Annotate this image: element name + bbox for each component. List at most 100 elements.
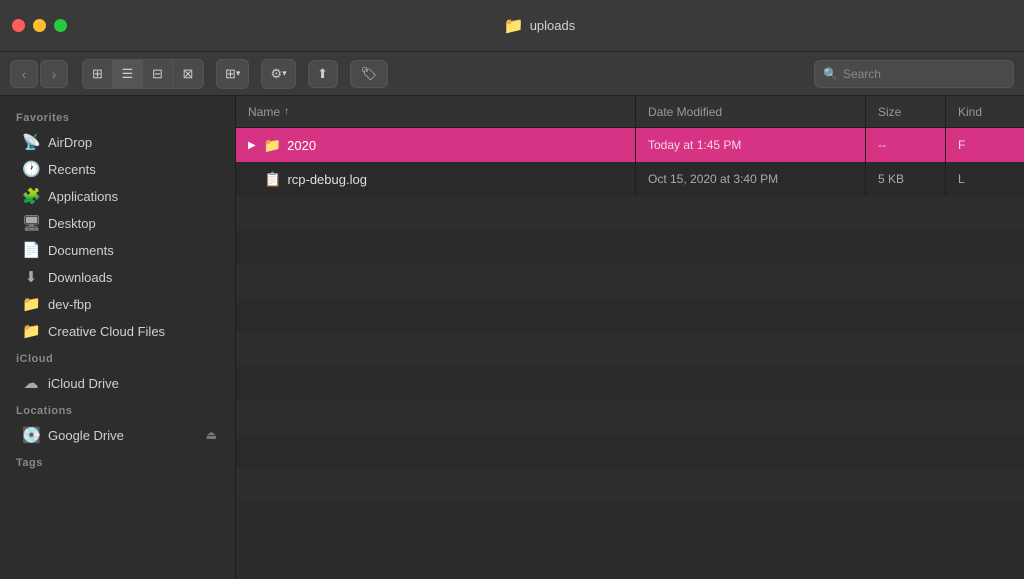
- file-name-label: 2020: [287, 138, 316, 153]
- table-row[interactable]: ▶ 📁 2020 Today at 1:45 PM -- F: [236, 128, 1024, 162]
- col-kind-label: Kind: [958, 105, 982, 119]
- sidebar-section-favorites: Favorites: [0, 104, 235, 128]
- icon-view-icon: ⊞: [92, 66, 103, 82]
- desktop-icon: 🖥: [22, 214, 40, 232]
- gallery-view-button[interactable]: ⊠: [173, 60, 203, 88]
- maximize-button[interactable]: [54, 19, 67, 32]
- sidebar-item-creative-cloud[interactable]: 📁 Creative Cloud Files: [6, 318, 229, 344]
- table-row-empty: [236, 468, 1024, 502]
- sidebar-item-icloud-drive[interactable]: ☁ iCloud Drive: [6, 370, 229, 396]
- col-header-size[interactable]: Size: [866, 96, 946, 127]
- table-row-empty: [236, 196, 1024, 230]
- minimize-button[interactable]: [33, 19, 46, 32]
- action-button-group: ⚙ ▾: [261, 59, 295, 89]
- file-cell-name-2020: ▶ 📁 2020: [236, 128, 636, 162]
- gear-icon: ⚙: [270, 66, 282, 82]
- column-view-button[interactable]: ⊟: [143, 60, 173, 88]
- documents-icon: 📄: [22, 241, 40, 259]
- gallery-view-icon: ⊠: [183, 66, 194, 82]
- sidebar-item-google-drive[interactable]: 💽 Google Drive ⏏: [6, 422, 229, 448]
- col-size-label: Size: [878, 105, 901, 119]
- sidebar-item-dev-fbp-label: dev-fbp: [48, 297, 91, 312]
- sidebar-item-airdrop-label: AirDrop: [48, 135, 92, 150]
- sidebar-item-desktop-label: Desktop: [48, 216, 96, 231]
- group-chevron-icon: ▾: [236, 68, 241, 79]
- table-row-empty: [236, 264, 1024, 298]
- forward-icon: ›: [52, 66, 57, 82]
- file-name-label: rcp-debug.log: [287, 172, 367, 187]
- airdrop-icon: 📡: [22, 133, 40, 151]
- title-bar: 📁 uploads: [0, 0, 1024, 52]
- file-doc-icon: 📋: [264, 171, 281, 188]
- column-headers: Name ↑ Date Modified Size Kind: [236, 96, 1024, 128]
- search-icon: 🔍: [823, 67, 838, 81]
- sidebar-item-downloads[interactable]: ⬇ Downloads: [6, 264, 229, 290]
- window-title: uploads: [530, 18, 576, 33]
- action-button[interactable]: ⚙ ▾: [262, 60, 294, 88]
- share-icon: ⬆: [317, 66, 328, 82]
- sidebar-item-recents-label: Recents: [48, 162, 96, 177]
- col-header-kind[interactable]: Kind: [946, 96, 1024, 127]
- table-row-empty: [236, 434, 1024, 468]
- sidebar-item-applications[interactable]: 🧩 Applications: [6, 183, 229, 209]
- applications-icon: 🧩: [22, 187, 40, 205]
- sidebar-item-documents-label: Documents: [48, 243, 114, 258]
- table-row-empty: [236, 298, 1024, 332]
- sort-arrow-icon: ↑: [284, 106, 289, 117]
- share-button[interactable]: ⬆: [308, 60, 338, 88]
- table-row-empty: [236, 366, 1024, 400]
- file-cell-size-2020: --: [866, 128, 946, 162]
- sidebar-item-dev-fbp[interactable]: 📁 dev-fbp: [6, 291, 229, 317]
- sidebar-item-airdrop[interactable]: 📡 AirDrop: [6, 129, 229, 155]
- folder-icon: 📁: [264, 137, 281, 154]
- traffic-lights: [12, 19, 67, 32]
- main-content: Favorites 📡 AirDrop 🕐 Recents 🧩 Applicat…: [0, 96, 1024, 579]
- file-cell-date-rcp: Oct 15, 2020 at 3:40 PM: [636, 162, 866, 196]
- forward-button[interactable]: ›: [40, 60, 68, 88]
- sidebar-section-icloud: iCloud: [0, 345, 235, 369]
- nav-buttons: ‹ ›: [10, 60, 68, 88]
- col-date-label: Date Modified: [648, 105, 722, 119]
- sidebar-item-icloud-drive-label: iCloud Drive: [48, 376, 119, 391]
- title-folder-icon: 📁: [504, 16, 524, 36]
- list-view-icon: ☰: [122, 66, 134, 82]
- sidebar-item-google-drive-label: Google Drive: [48, 428, 124, 443]
- close-button[interactable]: [12, 19, 25, 32]
- file-cell-kind-rcp: L: [946, 162, 1024, 196]
- sidebar-section-locations: Locations: [0, 397, 235, 421]
- table-row[interactable]: 📋 rcp-debug.log Oct 15, 2020 at 3:40 PM …: [236, 162, 1024, 196]
- table-row-empty: [236, 332, 1024, 366]
- table-row-empty: [236, 400, 1024, 434]
- group-button[interactable]: ⊞ ▾: [217, 60, 248, 88]
- sidebar-item-desktop[interactable]: 🖥 Desktop: [6, 210, 229, 236]
- eject-icon[interactable]: ⏏: [206, 428, 217, 442]
- col-header-name[interactable]: Name ↑: [236, 96, 636, 127]
- creative-cloud-icon: 📁: [22, 322, 40, 340]
- toolbar: ‹ › ⊞ ☰ ⊟ ⊠ ⊞ ▾ ⚙ ▾ ⬆ 🏷: [0, 52, 1024, 96]
- search-input[interactable]: [843, 67, 1005, 81]
- sidebar: Favorites 📡 AirDrop 🕐 Recents 🧩 Applicat…: [0, 96, 236, 579]
- file-cell-kind-2020: F: [946, 128, 1024, 162]
- sidebar-item-applications-label: Applications: [48, 189, 118, 204]
- file-cell-date-2020: Today at 1:45 PM: [636, 128, 866, 162]
- tag-button[interactable]: 🏷: [350, 60, 389, 88]
- back-icon: ‹: [22, 66, 27, 82]
- file-list: ▶ 📁 2020 Today at 1:45 PM -- F 📋 r: [236, 128, 1024, 579]
- back-button[interactable]: ‹: [10, 60, 38, 88]
- sidebar-item-recents[interactable]: 🕐 Recents: [6, 156, 229, 182]
- icon-view-button[interactable]: ⊞: [83, 60, 113, 88]
- dev-fbp-icon: 📁: [22, 295, 40, 313]
- search-bar[interactable]: 🔍: [814, 60, 1014, 88]
- table-row-empty: [236, 230, 1024, 264]
- view-mode-group: ⊞ ☰ ⊟ ⊠: [82, 59, 204, 89]
- group-button-group: ⊞ ▾: [216, 59, 249, 89]
- sidebar-item-documents[interactable]: 📄 Documents: [6, 237, 229, 263]
- sidebar-item-downloads-label: Downloads: [48, 270, 112, 285]
- recents-icon: 🕐: [22, 160, 40, 178]
- col-header-date[interactable]: Date Modified: [636, 96, 866, 127]
- sidebar-item-creative-cloud-label: Creative Cloud Files: [48, 324, 165, 339]
- title-area: 📁 uploads: [67, 16, 1012, 36]
- file-browser: Name ↑ Date Modified Size Kind ▶ 📁 2020: [236, 96, 1024, 579]
- col-name-label: Name: [248, 105, 280, 119]
- list-view-button[interactable]: ☰: [113, 60, 143, 88]
